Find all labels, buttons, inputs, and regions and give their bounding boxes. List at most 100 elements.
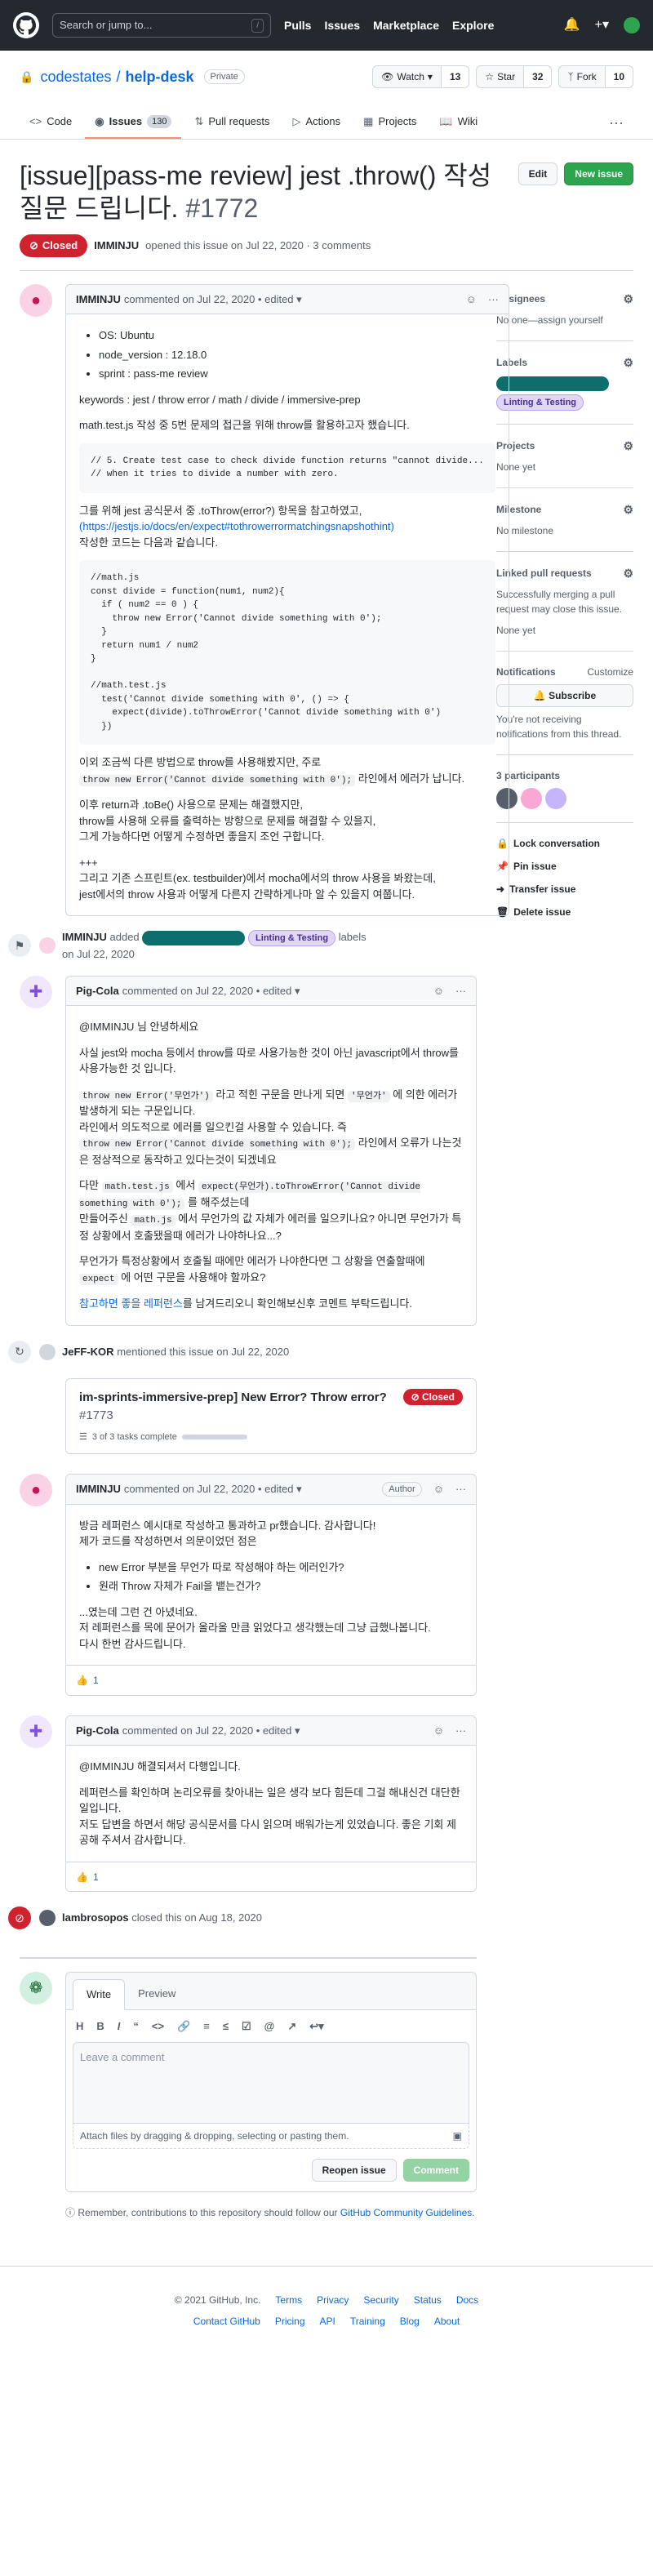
task-list-icon[interactable]: ☑: [242, 2018, 251, 2035]
comment-author[interactable]: IMMINJU: [76, 291, 121, 308]
thumbs-up-reaction[interactable]: 👍 1: [76, 1870, 99, 1884]
kebab-icon[interactable]: ···: [488, 291, 499, 308]
chevron-down-icon[interactable]: ▾: [291, 1723, 300, 1739]
assignees-text[interactable]: No one—assign yourself: [496, 313, 633, 327]
issue-author[interactable]: IMMINJU: [94, 238, 139, 254]
delete-issue-link[interactable]: 🗑 Delete issue: [496, 905, 633, 919]
github-logo-icon[interactable]: [13, 12, 39, 38]
link-icon[interactable]: 🔗: [177, 2018, 190, 2035]
avatar[interactable]: ✚: [20, 975, 52, 1008]
tab-actions[interactable]: ▷ Actions: [283, 106, 351, 139]
heading-icon[interactable]: H: [76, 2018, 83, 2035]
gear-icon[interactable]: ⚙: [623, 354, 633, 371]
watch-count[interactable]: 13: [441, 66, 469, 87]
comment-button[interactable]: Comment: [402, 2159, 469, 2182]
tab-projects[interactable]: ▦ Projects: [353, 106, 426, 139]
footer-link-privacy[interactable]: Privacy: [317, 2293, 349, 2307]
chevron-down-icon[interactable]: ▾: [291, 983, 300, 999]
gear-icon[interactable]: ⚙: [623, 291, 633, 308]
participant-avatar[interactable]: [521, 787, 542, 809]
kebab-icon[interactable]: ···: [455, 983, 466, 999]
footer-link-status[interactable]: Status: [414, 2293, 442, 2307]
tab-write[interactable]: Write: [73, 1979, 126, 2010]
xref-title[interactable]: im-sprints-immersive-prep] New Error? Th…: [79, 1390, 387, 1404]
linked-prs-title[interactable]: Linked pull requests: [496, 566, 592, 581]
quote-icon[interactable]: “: [133, 2018, 139, 2035]
transfer-issue-link[interactable]: ➜ Transfer issue: [496, 882, 633, 896]
gear-icon[interactable]: ⚙: [623, 501, 633, 518]
smiley-icon[interactable]: ☺: [433, 983, 444, 999]
kebab-icon[interactable]: ···: [455, 1723, 466, 1739]
mention-icon[interactable]: @: [264, 2018, 275, 2035]
unordered-list-icon[interactable]: ≡: [203, 2018, 210, 2035]
avatar[interactable]: ❁: [20, 1972, 52, 2004]
tab-preview[interactable]: Preview: [125, 1979, 189, 2009]
label-linting-testing[interactable]: Linting & Testing: [248, 930, 336, 946]
nav-pulls[interactable]: Pulls: [284, 17, 311, 34]
nav-issues[interactable]: Issues: [324, 17, 360, 34]
fork-button[interactable]: ᛉ Fork 10: [558, 65, 633, 88]
bell-icon[interactable]: 🔔: [564, 16, 580, 35]
user-avatar[interactable]: [624, 17, 640, 33]
nav-explore[interactable]: Explore: [452, 17, 494, 34]
gear-icon[interactable]: ⚙: [623, 565, 633, 582]
tab-pull-requests[interactable]: ⇅ Pull requests: [184, 106, 279, 139]
star-button[interactable]: ☆ Star 32: [476, 65, 553, 88]
thumbs-up-reaction[interactable]: 👍 1: [76, 1673, 99, 1688]
new-issue-button[interactable]: New issue: [564, 162, 633, 185]
chevron-down-icon[interactable]: ▾: [294, 1481, 302, 1497]
plus-dropdown-icon[interactable]: +▾: [595, 16, 609, 35]
more-icon[interactable]: ···: [599, 106, 633, 139]
avatar[interactable]: ✚: [20, 1715, 52, 1748]
subscribe-button[interactable]: 🔔 Subscribe: [496, 683, 633, 707]
comment-textarea[interactable]: Leave a comment: [73, 2042, 469, 2124]
smiley-icon[interactable]: ☺: [433, 1723, 444, 1739]
footer-link-about[interactable]: About: [434, 2314, 460, 2329]
event-author[interactable]: lambrosopos: [62, 1911, 129, 1924]
customize-link[interactable]: Customize: [587, 665, 633, 679]
avatar[interactable]: [39, 1910, 56, 1926]
edit-button[interactable]: Edit: [518, 162, 558, 185]
nav-marketplace[interactable]: Marketplace: [373, 17, 439, 34]
cross-reference-icon[interactable]: ↗: [287, 2018, 296, 2035]
pin-issue-link[interactable]: 📌 Pin issue: [496, 859, 633, 874]
footer-link-pricing[interactable]: Pricing: [275, 2314, 305, 2329]
avatar[interactable]: [39, 1343, 56, 1360]
italic-icon[interactable]: I: [118, 2018, 121, 2035]
avatar[interactable]: ●: [20, 283, 52, 317]
lock-conversation-link[interactable]: 🔒 Lock conversation: [496, 836, 633, 851]
attach-files-area[interactable]: Attach files by dragging & dropping, sel…: [73, 2124, 469, 2149]
comment-author[interactable]: Pig-Cola: [76, 983, 119, 999]
gear-icon[interactable]: ⚙: [623, 438, 633, 455]
footer-link-security[interactable]: Security: [363, 2293, 398, 2307]
comment-author[interactable]: IMMINJU: [76, 1481, 121, 1497]
label-dark[interactable]: xxxxxxxxxxxxxxxxxxxx: [496, 376, 610, 391]
repo-owner-link[interactable]: codestates: [40, 66, 111, 88]
jest-docs-link[interactable]: (https://jestjs.io/docs/en/expect#tothro…: [79, 520, 394, 532]
kebab-icon[interactable]: ···: [455, 1481, 466, 1497]
tab-code[interactable]: <> Code: [20, 106, 82, 139]
bold-icon[interactable]: B: [96, 2018, 104, 2035]
label-linting-testing[interactable]: Linting & Testing: [496, 394, 584, 411]
cross-reference-card[interactable]: im-sprints-immersive-prep] New Error? Th…: [65, 1377, 477, 1454]
comment-author[interactable]: Pig-Cola: [76, 1723, 119, 1739]
footer-link-terms[interactable]: Terms: [275, 2293, 302, 2307]
label-dark[interactable]: xxxxxxxxxxxxxxxxxx: [142, 931, 246, 945]
reply-icon[interactable]: ↩▾: [309, 2018, 323, 2035]
footer-link-training[interactable]: Training: [350, 2314, 385, 2329]
event-author[interactable]: JeFF-KOR: [62, 1346, 114, 1358]
avatar[interactable]: [39, 937, 56, 954]
footer-link-contact[interactable]: Contact GitHub: [193, 2314, 260, 2329]
search-input[interactable]: Search or jump to... /: [52, 13, 271, 38]
star-count[interactable]: 32: [524, 66, 552, 87]
footer-link-docs[interactable]: Docs: [456, 2293, 478, 2307]
chevron-down-icon[interactable]: ▾: [294, 291, 302, 308]
reference-link[interactable]: 참고하면 좋을 레퍼런스: [79, 1297, 183, 1310]
fork-count[interactable]: 10: [605, 66, 633, 87]
avatar[interactable]: ●: [20, 1474, 52, 1506]
tab-wiki[interactable]: 📖 Wiki: [429, 106, 487, 139]
repo-name-link[interactable]: help-desk: [126, 66, 194, 88]
event-author[interactable]: IMMINJU: [62, 931, 107, 943]
ordered-list-icon[interactable]: ≤: [223, 2018, 229, 2035]
reopen-issue-button[interactable]: Reopen issue: [311, 2159, 397, 2182]
